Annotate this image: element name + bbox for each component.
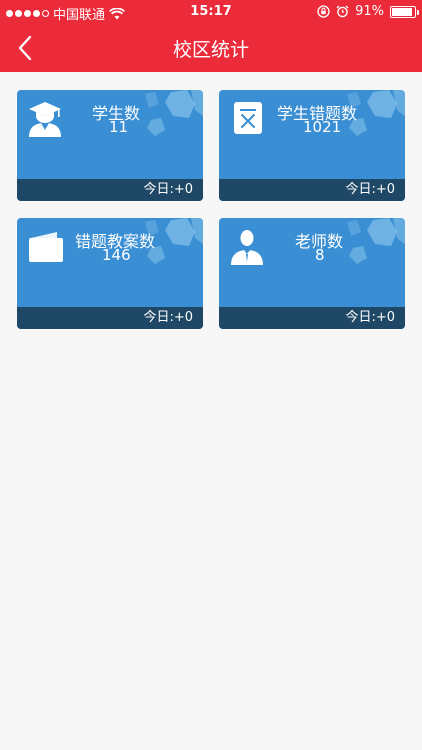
stat-card-students[interactable]: 学生数 11 今日:+0 [17,90,203,201]
status-bar: 中国联通 15:17 91% [0,0,422,24]
card-value: 146 [102,246,131,264]
card-value: 8 [315,246,325,264]
stat-card-lesson-plans[interactable]: 错题教案数 146 今日:+0 [17,218,203,329]
card-decoration [347,218,405,264]
stat-card-wrong-questions[interactable]: 学生错题数 1021 今日:+0 [219,90,405,201]
battery-percent: 91% [355,4,384,19]
card-footer: 今日:+0 [17,307,203,329]
stat-card-teachers[interactable]: 老师数 8 今日:+0 [219,218,405,329]
status-right: 91% [317,4,419,19]
card-value: 1021 [303,118,342,136]
graduate-icon [29,102,61,137]
folder-icon [29,232,63,262]
card-value: 11 [109,118,129,136]
battery-fill [392,7,413,16]
nav-bar: 校区统计 [0,24,422,72]
card-decoration [145,90,203,136]
card-footer: 今日:+0 [219,179,405,201]
page-title: 校区统计 [172,39,249,61]
battery-icon [390,5,419,18]
teacher-icon [231,230,263,265]
wrong-question-icon [234,102,262,134]
card-footer: 今日:+0 [17,179,203,201]
orientation-lock-icon [317,5,330,18]
card-footer: 今日:+0 [219,307,405,329]
alarm-icon [336,5,349,18]
